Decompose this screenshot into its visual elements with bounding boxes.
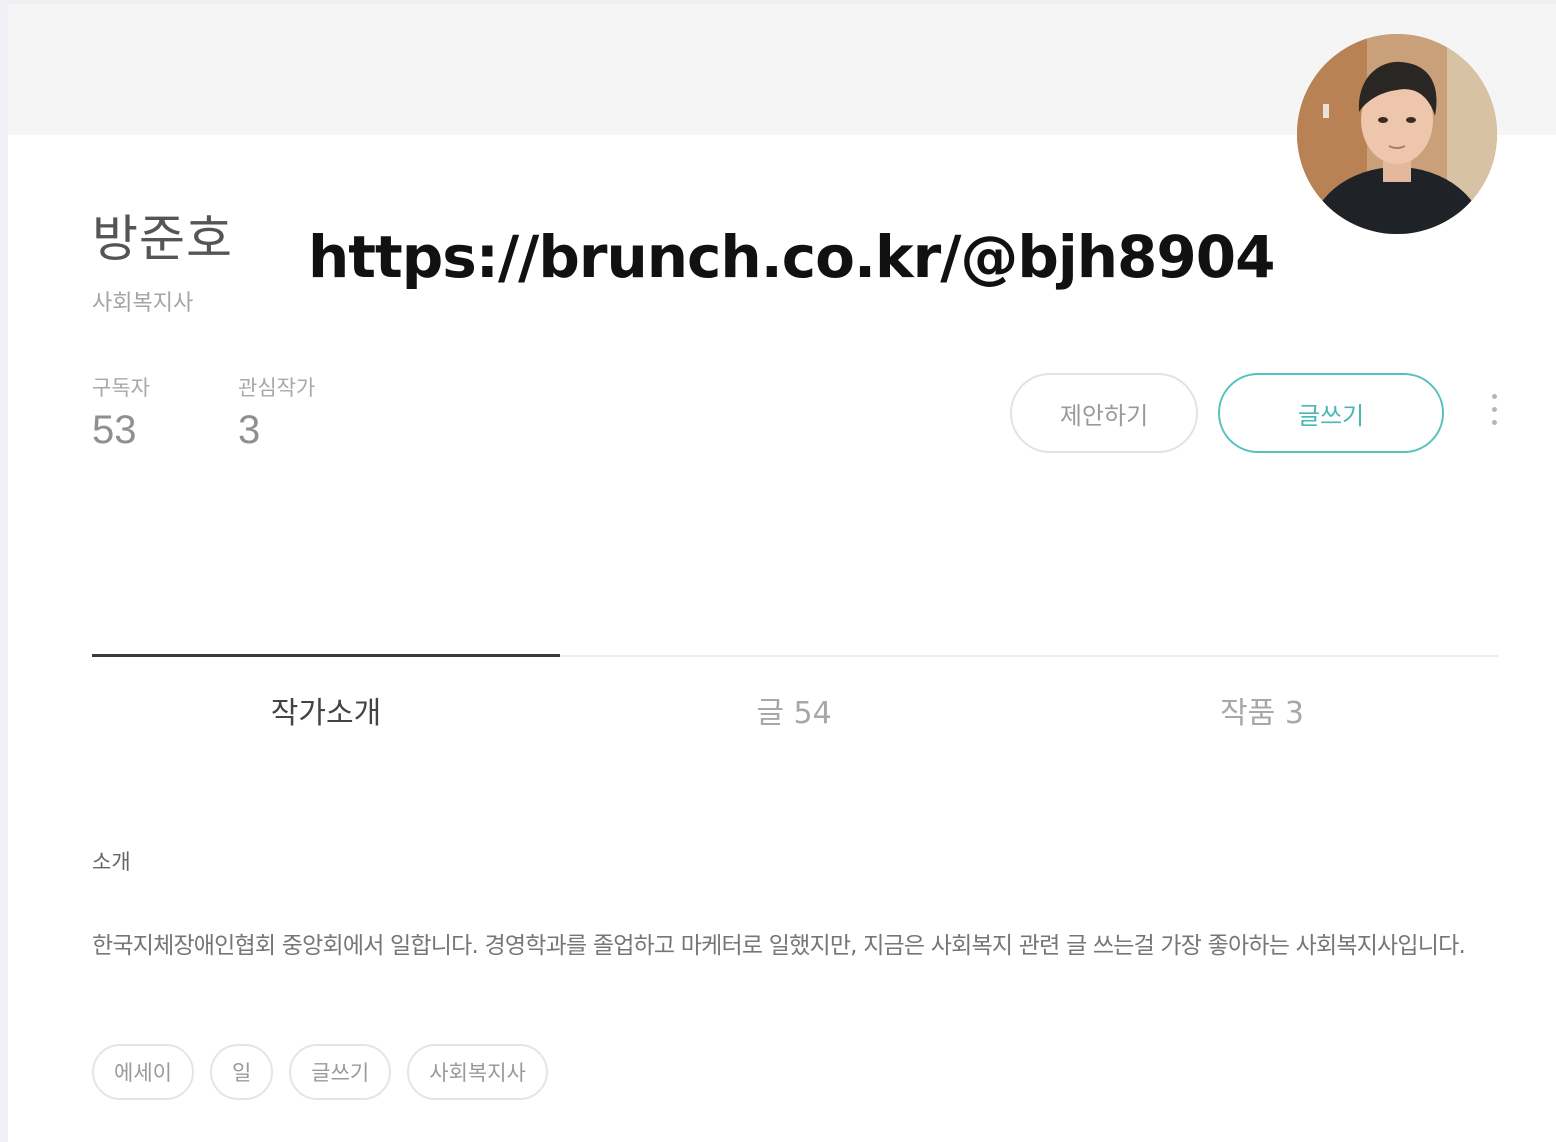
keyword-tag[interactable]: 에세이 <box>92 1044 194 1100</box>
write-button[interactable]: 글쓰기 <box>1218 373 1444 453</box>
profile-url-overlay: https://brunch.co.kr/@bjh8904 <box>308 223 1275 291</box>
more-dot <box>1491 394 1497 399</box>
more-dot <box>1491 420 1497 425</box>
author-name: 방준호 <box>92 210 233 268</box>
subscribers-stat[interactable]: 구독자 53 <box>92 375 150 453</box>
author-job: 사회복지사 <box>92 291 194 316</box>
avatar[interactable] <box>1297 34 1497 234</box>
following-label: 관심작가 <box>238 376 316 400</box>
tab-author-intro[interactable]: 작가소개 <box>92 694 560 734</box>
suggest-button[interactable]: 제안하기 <box>1010 373 1198 453</box>
author-profile-page: 방준호 https://brunch.co.kr/@bjh8904 사회복지사 … <box>0 0 1556 1142</box>
keyword-tag[interactable]: 사회복지사 <box>407 1044 548 1100</box>
subscribers-label: 구독자 <box>92 376 150 400</box>
avatar-photo <box>1297 34 1497 234</box>
keyword-tag[interactable]: 일 <box>209 1044 274 1100</box>
intro-section-label: 소개 <box>92 850 131 874</box>
more-vertical-icon[interactable] <box>1482 394 1506 434</box>
subscribers-count: 53 <box>92 408 137 452</box>
following-stat[interactable]: 관심작가 3 <box>238 375 315 453</box>
following-count: 3 <box>238 408 261 452</box>
tab-posts[interactable]: 글 54 <box>560 694 1028 734</box>
more-dot <box>1491 407 1497 412</box>
intro-text: 한국지체장애인협회 중앙회에서 일합니다. 경영학과를 졸업하고 마케터로 일했… <box>92 933 1466 959</box>
keyword-tag[interactable]: 글쓰기 <box>289 1044 392 1100</box>
tab-active-indicator <box>92 654 560 657</box>
tab-works[interactable]: 작품 3 <box>1028 694 1496 734</box>
keyword-list: 에세이 일 글쓰기 사회복지사 <box>92 1044 548 1100</box>
